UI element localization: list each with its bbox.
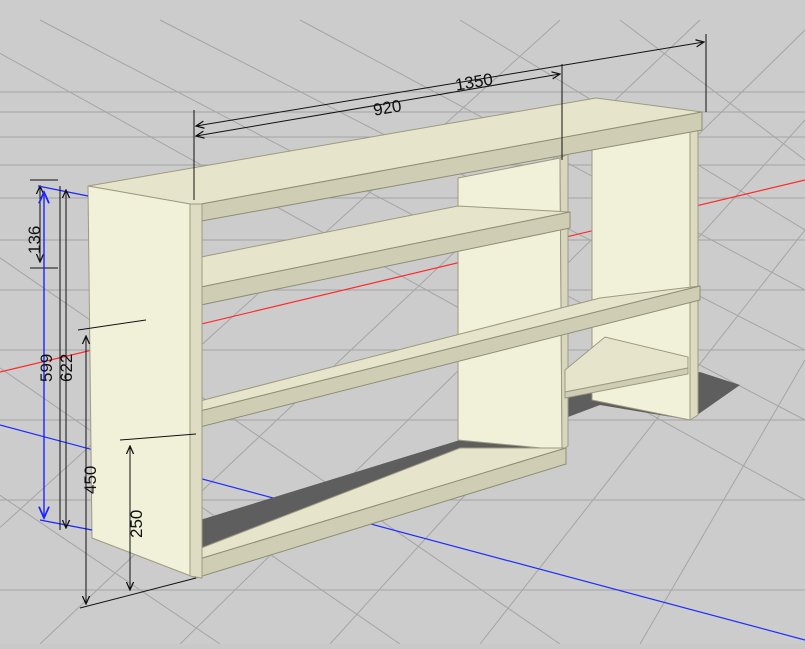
- dimension-450-label: 450: [81, 466, 100, 494]
- middle-divider-edge: [559, 153, 569, 451]
- dimension-250-label: 250: [127, 510, 146, 538]
- dimension-599-label: 599: [37, 354, 56, 382]
- left-end-panel-edge: [189, 203, 203, 579]
- middle-divider-panel[interactable]: [457, 157, 563, 451]
- dimension-622-label: 622: [57, 354, 76, 382]
- right-end-panel-edge: [689, 121, 699, 421]
- 3d-scene[interactable]: 1350 920 136 599 622 450 250: [0, 0, 805, 645]
- dimension-136-label: 136: [25, 226, 44, 254]
- cad-viewport[interactable]: 1350 920 136 599 622 450 250: [0, 0, 805, 645]
